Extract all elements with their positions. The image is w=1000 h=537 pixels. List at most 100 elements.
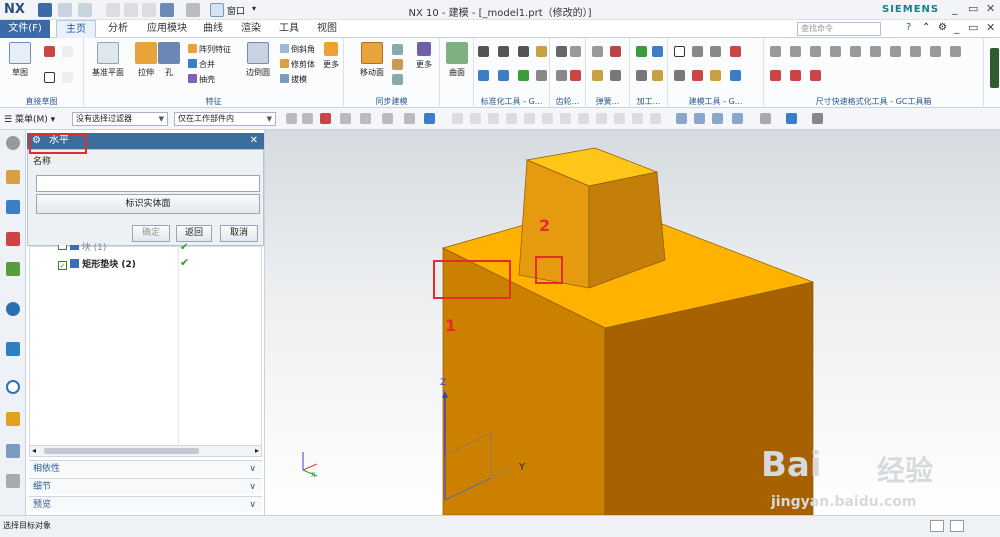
tree-row[interactable]: ✓ 矩形垫块 (2) — [58, 257, 136, 270]
back-button[interactable]: 返回 — [176, 225, 212, 242]
select-icon[interactable] — [424, 113, 435, 124]
tool-icon[interactable] — [478, 70, 489, 81]
draft-button[interactable]: 拔模 — [280, 74, 307, 85]
spring-tool-icon[interactable] — [610, 46, 621, 57]
offset-region-icon[interactable] — [392, 74, 403, 85]
dependencies-section[interactable]: 相依性 — [29, 460, 262, 477]
hole-button[interactable]: 孔 — [156, 42, 182, 78]
tool-icon[interactable] — [498, 70, 509, 81]
close-button[interactable]: ✕ — [986, 2, 995, 15]
tab-render[interactable]: 渲染 — [236, 20, 266, 38]
dimension-format-icon[interactable] — [770, 70, 781, 81]
reuse-library-icon[interactable] — [6, 262, 20, 276]
scroll-left-icon[interactable]: ◂ — [32, 446, 36, 455]
scroll-right-icon[interactable]: ▸ — [255, 446, 259, 455]
tool-icon[interactable] — [478, 46, 489, 57]
history-icon[interactable] — [6, 342, 20, 356]
minimize-ribbon-icon[interactable]: ⌃ — [922, 22, 930, 33]
dimension-format-icon[interactable] — [870, 46, 881, 57]
snap-point-icon[interactable] — [560, 113, 571, 124]
unite-button[interactable]: 合并 — [188, 59, 215, 70]
gear-tool-icon[interactable] — [570, 46, 581, 57]
close-icon[interactable]: ✕ — [250, 133, 258, 149]
cancel-button[interactable]: 取消 — [220, 225, 258, 242]
pattern-feature-button[interactable]: 阵列特征 — [188, 44, 231, 55]
help-icon[interactable]: ? — [906, 22, 911, 33]
more-sync-button[interactable]: 更多 — [410, 42, 438, 70]
constraint-navigator-icon[interactable] — [6, 200, 20, 214]
snap-point-icon[interactable] — [650, 113, 661, 124]
gear-tool-icon[interactable] — [570, 70, 581, 81]
shell-button[interactable]: 抽壳 — [188, 74, 215, 85]
delete-face-icon[interactable] — [392, 59, 403, 70]
clock-icon[interactable] — [6, 380, 20, 394]
more-feature-button[interactable]: 更多 — [318, 42, 344, 70]
render-style-icon[interactable] — [760, 113, 771, 124]
move-face-button[interactable]: 移动面 — [354, 42, 390, 78]
spring-tool-icon[interactable] — [610, 70, 621, 81]
tab-view[interactable]: 视图 — [312, 20, 342, 38]
modeling-tool-icon[interactable] — [730, 70, 741, 81]
tab-curve[interactable]: 曲线 — [198, 20, 228, 38]
snap-point-icon[interactable] — [452, 113, 463, 124]
machining-tool-icon[interactable] — [652, 70, 663, 81]
name-input[interactable] — [36, 175, 260, 192]
snap-point-icon[interactable] — [506, 113, 517, 124]
edit-section-icon[interactable] — [812, 113, 823, 124]
dimension-format-icon[interactable] — [790, 46, 801, 57]
select-icon[interactable] — [320, 113, 331, 124]
graphics-window[interactable]: Y Z X Bai 经验 jingyan.baidu.com — [265, 130, 1000, 515]
tool-icon[interactable] — [518, 70, 529, 81]
dropdown-icon[interactable] — [62, 46, 73, 57]
fit-view-icon[interactable] — [676, 113, 687, 124]
dimension-format-icon[interactable] — [930, 46, 941, 57]
part-navigator-icon[interactable] — [6, 232, 20, 246]
minimize-button[interactable]: _ — [952, 2, 958, 15]
snap-point-icon[interactable] — [488, 113, 499, 124]
snap-icon[interactable] — [286, 113, 297, 124]
dimension-format-icon[interactable] — [890, 46, 901, 57]
tab-tools[interactable]: 工具 — [274, 20, 304, 38]
selection-scope-dropdown[interactable]: 仅在工作部件内 — [174, 112, 276, 126]
snap-point-icon[interactable] — [614, 113, 625, 124]
spring-tool-icon[interactable] — [592, 70, 603, 81]
tab-home[interactable]: 主页 — [56, 20, 96, 38]
checkbox[interactable]: ✓ — [58, 261, 67, 270]
rotate-icon[interactable] — [712, 113, 723, 124]
scroll-thumb[interactable] — [44, 448, 199, 454]
snap-point-icon[interactable] — [578, 113, 589, 124]
dimension-format-icon[interactable] — [790, 70, 801, 81]
dimension-format-icon[interactable] — [950, 46, 961, 57]
doc-close-button[interactable]: ✕ — [986, 21, 995, 34]
snap-icon[interactable] — [302, 113, 313, 124]
web-browser-icon[interactable] — [6, 302, 20, 316]
surface-button[interactable]: 曲面 — [440, 42, 474, 78]
process-studio-icon[interactable] — [6, 444, 20, 458]
horizontal-scrollbar[interactable]: ◂ ▸ — [29, 445, 262, 457]
doc-minimize-button[interactable]: _ — [954, 21, 960, 34]
modeling-tool-icon[interactable] — [674, 70, 685, 81]
dimension-format-icon[interactable] — [810, 70, 821, 81]
datum-plane-button[interactable]: 基准平面 — [88, 42, 128, 78]
rectangle-icon[interactable] — [44, 72, 55, 83]
edge-blend-button[interactable]: 边倒圆 — [238, 42, 278, 78]
gear-tool-icon[interactable] — [556, 70, 567, 81]
roles-icon[interactable] — [6, 474, 20, 488]
select-icon[interactable] — [340, 113, 351, 124]
tab-application[interactable]: 应用模块 — [140, 20, 194, 38]
machining-tool-icon[interactable] — [652, 46, 663, 57]
tool-icon[interactable] — [498, 46, 509, 57]
checkbox[interactable] — [58, 245, 67, 250]
modeling-tool-icon[interactable] — [692, 70, 703, 81]
dimension-format-icon[interactable] — [770, 46, 781, 57]
modeling-tool-icon[interactable] — [692, 46, 703, 57]
machining-tool-icon[interactable] — [636, 70, 647, 81]
tab-analysis[interactable]: 分析 — [100, 20, 136, 38]
file-menu-button[interactable]: 文件(F) — [0, 20, 50, 38]
preview-section[interactable]: 预览 — [29, 496, 262, 513]
doc-restore-button[interactable]: ▭ — [968, 21, 978, 34]
details-section[interactable]: 细节 — [29, 478, 262, 495]
side-handle[interactable] — [990, 48, 999, 88]
snap-point-icon[interactable] — [596, 113, 607, 124]
gear-icon[interactable] — [6, 136, 20, 150]
